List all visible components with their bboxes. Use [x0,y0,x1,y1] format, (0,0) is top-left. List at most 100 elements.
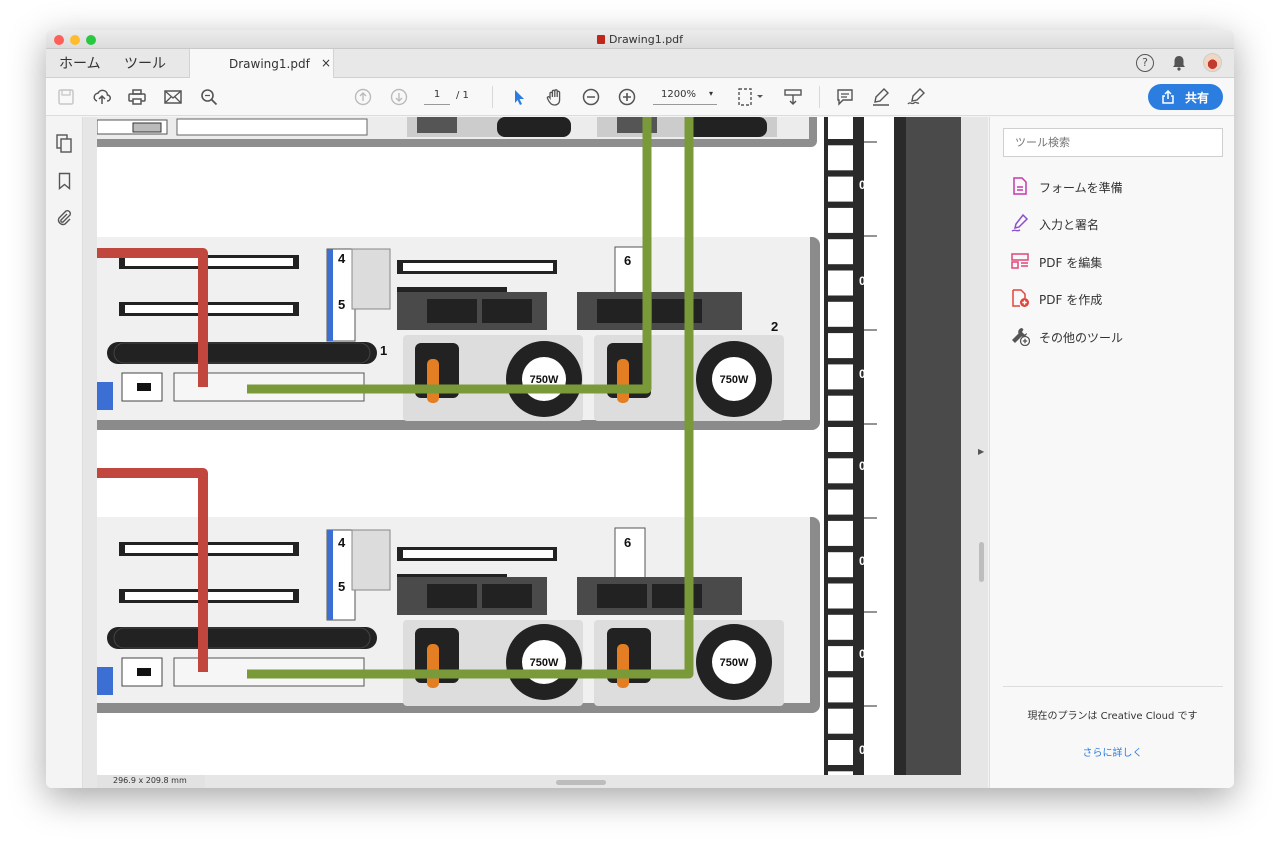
highlight-icon[interactable] [871,87,891,107]
tab-tools[interactable]: ツール [124,53,166,73]
save-icon[interactable] [56,87,76,107]
rack-unit-label: 05 [859,459,873,473]
page-number-input[interactable]: 1 [424,89,450,105]
psu-label: 750W [530,657,559,669]
tab-bar: ホーム ツール Drawing1.pdf × ? [46,49,1234,78]
rack-hole [828,583,853,609]
share-icon [1162,90,1174,104]
tool-label: PDF を作成 [1039,293,1103,307]
rack-hole [828,117,853,139]
tool-create-pdf[interactable]: PDF を作成 [1010,288,1220,310]
share-button[interactable]: 共有 [1148,84,1223,110]
comment-icon[interactable] [835,87,855,107]
sign-icon[interactable] [906,87,926,107]
horizontal-scrollbar[interactable] [556,780,606,785]
zoom-out-icon[interactable] [581,87,601,107]
tool-edit-pdf[interactable]: PDF を編集 [1010,251,1220,273]
rack-hole [828,552,853,578]
rack-hole [828,458,853,484]
rack-hole [828,489,853,515]
rack-hole [828,740,853,765]
fill-sign-icon [1011,213,1029,232]
rack-hole [828,270,853,296]
psu-label: 750W [720,374,749,386]
tool-search-input[interactable] [1003,128,1223,157]
zoom-level-select[interactable]: 1200% ▾ [653,89,717,105]
zoom-level-value: 1200% [661,89,696,100]
rack-hole [828,427,853,452]
select-arrow-icon[interactable] [509,87,529,107]
share-label: 共有 [1185,91,1210,105]
rack-unit-label: 08 [859,178,873,192]
rack-unit-label: 03 [859,647,873,661]
chevron-down-icon: ▾ [708,89,713,98]
upload-icon[interactable] [92,87,112,107]
pdf-file-icon [596,35,605,44]
tool-fill-sign[interactable]: 入力と署名 [1010,213,1220,235]
toolbar: 1 / 1 1200% ▾ 共有 [46,78,1234,116]
rack-hole [828,145,853,171]
bookmark-icon[interactable] [58,172,71,190]
zoom-search-icon[interactable] [199,87,219,107]
rack-hole [828,395,853,421]
fit-page-icon[interactable] [737,87,765,107]
learn-more-link[interactable]: さらに詳しく [990,744,1234,759]
zoom-in-icon[interactable] [617,87,637,107]
window-title-text: Drawing1.pdf [608,33,684,46]
window-title: Drawing1.pdf [46,33,1234,46]
psu-label: 750W [720,657,749,669]
rack-unit-label: 04 [859,554,873,568]
pane-divider [1003,686,1223,687]
server-unit-top [97,117,817,147]
tab-close-icon[interactable]: × [321,56,331,70]
tool-label: PDF を編集 [1039,256,1103,270]
attachment-icon[interactable] [55,209,73,227]
scroll-mode-icon[interactable] [783,87,803,107]
rack-unit-label: 07 [859,274,873,288]
tool-label: 入力と署名 [1039,218,1100,232]
bell-icon[interactable] [1172,55,1186,71]
tool-label: フォームを準備 [1039,181,1123,195]
rack-hole [828,239,853,265]
print-icon[interactable] [127,87,147,107]
expand-right-icon[interactable]: ▶ [978,447,984,456]
avatar[interactable] [1203,53,1222,72]
slot-label: 6 [624,535,631,550]
plan-text: 現在のプランは Creative Cloud です [1027,711,1198,722]
rack-hole [828,771,853,775]
form-icon [1013,177,1027,195]
document-tab[interactable]: Drawing1.pdf × [189,49,334,78]
slot-label: 4 [338,535,346,550]
document-area: 4 5 6 1 2 4 5 6 750W 750W 750W 750W 08 0… [83,117,988,788]
pdf-page: 4 5 6 1 2 4 5 6 750W 750W 750W 750W 08 0… [97,117,961,775]
tab-home[interactable]: ホーム [59,53,101,73]
rack-hole [828,333,853,359]
vertical-scrollbar[interactable] [979,542,984,582]
next-page-icon[interactable] [389,87,409,107]
pages-icon[interactable] [56,134,73,153]
slot-label: 6 [624,253,631,268]
hand-icon[interactable] [545,87,565,107]
rack-unit-label: 02 [859,743,873,757]
tool-prepare-form[interactable]: フォームを準備 [1010,176,1220,198]
slot-label: 5 [338,579,345,594]
slot-label: 2 [771,319,778,334]
slot-label: 5 [338,297,345,312]
rack-hole [828,614,853,640]
toolbar-divider [492,86,493,108]
create-pdf-icon [1012,289,1029,307]
rack-hole [828,708,853,734]
page-size-status: 296.9 x 209.8 mm [97,775,205,788]
title-bar: Drawing1.pdf [46,30,1234,49]
document-tab-label: Drawing1.pdf [229,57,310,71]
rack-hole [828,677,853,703]
page-total: / 1 [456,90,469,101]
tool-label: その他のツール [1039,331,1124,345]
toolbar-divider [819,86,820,108]
prev-page-icon[interactable] [353,87,373,107]
help-icon[interactable]: ? [1136,54,1154,72]
tool-more-tools[interactable]: その他のツール [1010,326,1220,348]
slot-label: 1 [380,343,387,358]
mail-icon[interactable] [163,87,183,107]
rack-hole [828,520,853,546]
